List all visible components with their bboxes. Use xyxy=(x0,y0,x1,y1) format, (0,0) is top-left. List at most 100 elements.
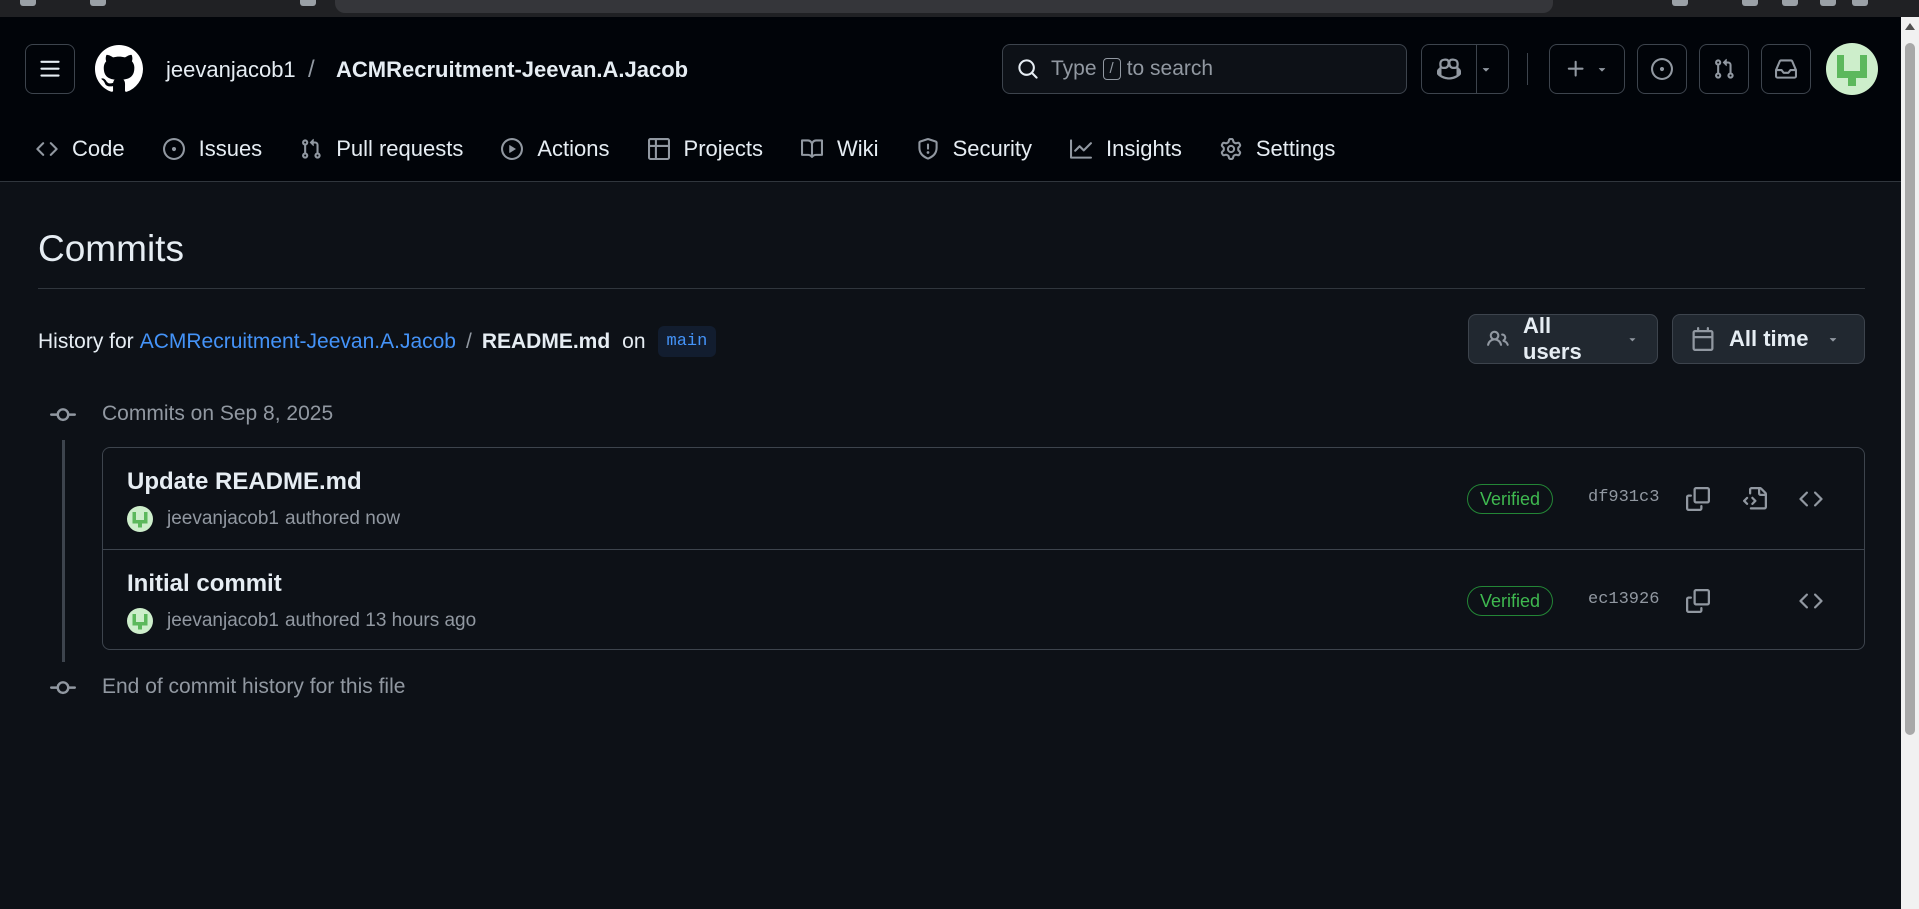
tab-wiki[interactable]: Wiki xyxy=(801,136,879,162)
view-file-button[interactable] xyxy=(1740,586,1770,616)
all-time-filter-button[interactable]: All time xyxy=(1672,314,1865,364)
tab-label: Projects xyxy=(683,136,764,161)
inbox-icon xyxy=(1775,59,1797,79)
search-placeholder-suffix: to search xyxy=(1126,57,1214,80)
title-divider xyxy=(38,288,1865,289)
menu-button[interactable] xyxy=(25,44,75,94)
calendar-icon xyxy=(1692,327,1714,351)
all-time-label: All time xyxy=(1729,326,1809,351)
history-repo-link[interactable]: ACMRecruitment-Jeevan.A.Jacob xyxy=(140,330,456,354)
tab-label: Insights xyxy=(1106,136,1182,161)
scroll-thumb[interactable] xyxy=(1905,43,1915,735)
all-users-label: All users xyxy=(1523,313,1582,364)
repo-owner-link[interactable]: jeevanjacob1 xyxy=(166,57,296,83)
tab-label: Settings xyxy=(1255,136,1336,161)
search-input[interactable]: Type / to search xyxy=(1002,44,1407,94)
repo-name-link[interactable]: ACMRecruitment-Jeevan.A.Jacob xyxy=(336,57,688,83)
hamburger-icon xyxy=(40,60,60,77)
book-icon xyxy=(801,139,824,158)
copy-icon xyxy=(1686,589,1710,613)
pull-request-icon xyxy=(302,138,321,159)
branch-badge[interactable]: main xyxy=(657,326,717,357)
commit-node-icon xyxy=(50,675,76,701)
tab-label: Code xyxy=(72,136,125,161)
extension-icon[interactable] xyxy=(1742,0,1758,6)
history-separator: / xyxy=(465,329,472,353)
chevron-down-icon xyxy=(1830,338,1837,342)
commit-meta: jeevanjacob1 authored now xyxy=(127,506,400,532)
all-users-filter-button[interactable]: All users xyxy=(1468,313,1658,364)
breadcrumb: History for ACMRecruitment-Jeevan.A.Jaco… xyxy=(38,326,717,357)
issue-icon xyxy=(1651,58,1673,80)
extension-icon[interactable] xyxy=(1820,0,1836,6)
identicon-icon xyxy=(1837,55,1867,86)
plus-icon xyxy=(1567,60,1584,77)
search-icon xyxy=(1018,59,1038,79)
github-logo-icon[interactable] xyxy=(95,45,143,93)
create-new-button[interactable] xyxy=(1549,44,1625,94)
tab-label: Actions xyxy=(537,136,610,161)
search-placeholder-prefix: Type xyxy=(1051,57,1097,80)
verified-badge[interactable]: Verified xyxy=(1467,586,1554,616)
copy-sha-button[interactable] xyxy=(1683,586,1713,616)
browse-repo-button[interactable] xyxy=(1796,586,1826,616)
commit-meta: jeevanjacob1 authored 13 hours ago xyxy=(127,608,476,634)
commit-time: authored 13 hours ago xyxy=(284,610,477,631)
pull-requests-shortcut-button[interactable] xyxy=(1699,44,1749,94)
tab-label: Wiki xyxy=(837,136,879,161)
extension-icon[interactable] xyxy=(1852,0,1868,6)
chevron-down-icon[interactable] xyxy=(1479,62,1493,76)
extension-icon[interactable] xyxy=(1782,0,1798,6)
verified-badge[interactable]: Verified xyxy=(1467,484,1554,514)
scroll-up-arrow-icon[interactable] xyxy=(1905,23,1915,30)
header-divider xyxy=(1527,53,1528,85)
back-icon[interactable] xyxy=(20,0,36,6)
commit-author-link[interactable]: jeevanjacob1 xyxy=(167,610,279,632)
commit-time: authored now xyxy=(284,508,401,529)
tab-label: Issues xyxy=(198,136,263,161)
commit-sha-link[interactable]: df931c3 xyxy=(1588,488,1659,507)
bookmark-icon[interactable] xyxy=(300,0,316,6)
tab-security[interactable]: Security xyxy=(917,136,1032,162)
chevron-down-icon xyxy=(1598,68,1606,72)
tab-projects[interactable]: Projects xyxy=(647,136,764,162)
commit-title-link[interactable]: Update README.md xyxy=(127,468,362,496)
avatar[interactable] xyxy=(127,506,153,532)
avatar[interactable] xyxy=(127,608,153,634)
tab-insights[interactable]: Insights xyxy=(1070,136,1182,162)
history-prefix: History for xyxy=(38,329,134,353)
reload-icon[interactable] xyxy=(90,0,106,6)
commit-title-link[interactable]: Initial commit xyxy=(127,570,282,598)
tab-issues[interactable]: Issues xyxy=(162,136,263,162)
commit-group-label: Commits on Sep 8, 2025 xyxy=(102,402,334,425)
tab-settings[interactable]: Settings xyxy=(1220,136,1336,162)
user-avatar[interactable] xyxy=(1826,43,1878,95)
commit-list: Update README.md jeevanjacob1 authored n… xyxy=(102,447,1865,650)
view-file-button[interactable] xyxy=(1740,484,1770,514)
tab-actions[interactable]: Actions xyxy=(501,136,610,162)
file-code-icon xyxy=(1743,589,1767,613)
repo-header: jeevanjacob1 / ACMRecruitment-Jeevan.A.J… xyxy=(0,17,1901,182)
browse-repo-button[interactable] xyxy=(1796,484,1826,514)
tab-label: Pull requests xyxy=(336,136,464,161)
history-on-text: on xyxy=(622,329,646,353)
issues-shortcut-button[interactable] xyxy=(1637,44,1687,94)
inbox-button[interactable] xyxy=(1761,44,1811,94)
gear-icon xyxy=(1220,138,1242,160)
scrollbar[interactable] xyxy=(1901,17,1919,909)
commit-node-icon xyxy=(50,402,76,428)
repo-nav-tabs: Code Issues Pull requests Actions Projec… xyxy=(36,129,1373,169)
tab-code[interactable]: Code xyxy=(36,136,125,162)
browser-address-bar[interactable] xyxy=(335,0,1553,13)
issue-icon xyxy=(162,138,185,160)
commit-sha-link[interactable]: ec13926 xyxy=(1588,590,1659,609)
extension-icon[interactable] xyxy=(1672,0,1688,6)
list-item: Update README.md jeevanjacob1 authored n… xyxy=(103,448,1864,549)
commit-author-link[interactable]: jeevanjacob1 xyxy=(167,508,279,530)
copy-sha-button[interactable] xyxy=(1683,484,1713,514)
copilot-button[interactable] xyxy=(1421,44,1509,94)
code-icon xyxy=(36,142,58,156)
tab-pull-requests[interactable]: Pull requests xyxy=(300,136,463,162)
browser-toolbar xyxy=(0,0,1919,17)
code-icon xyxy=(1799,491,1823,507)
